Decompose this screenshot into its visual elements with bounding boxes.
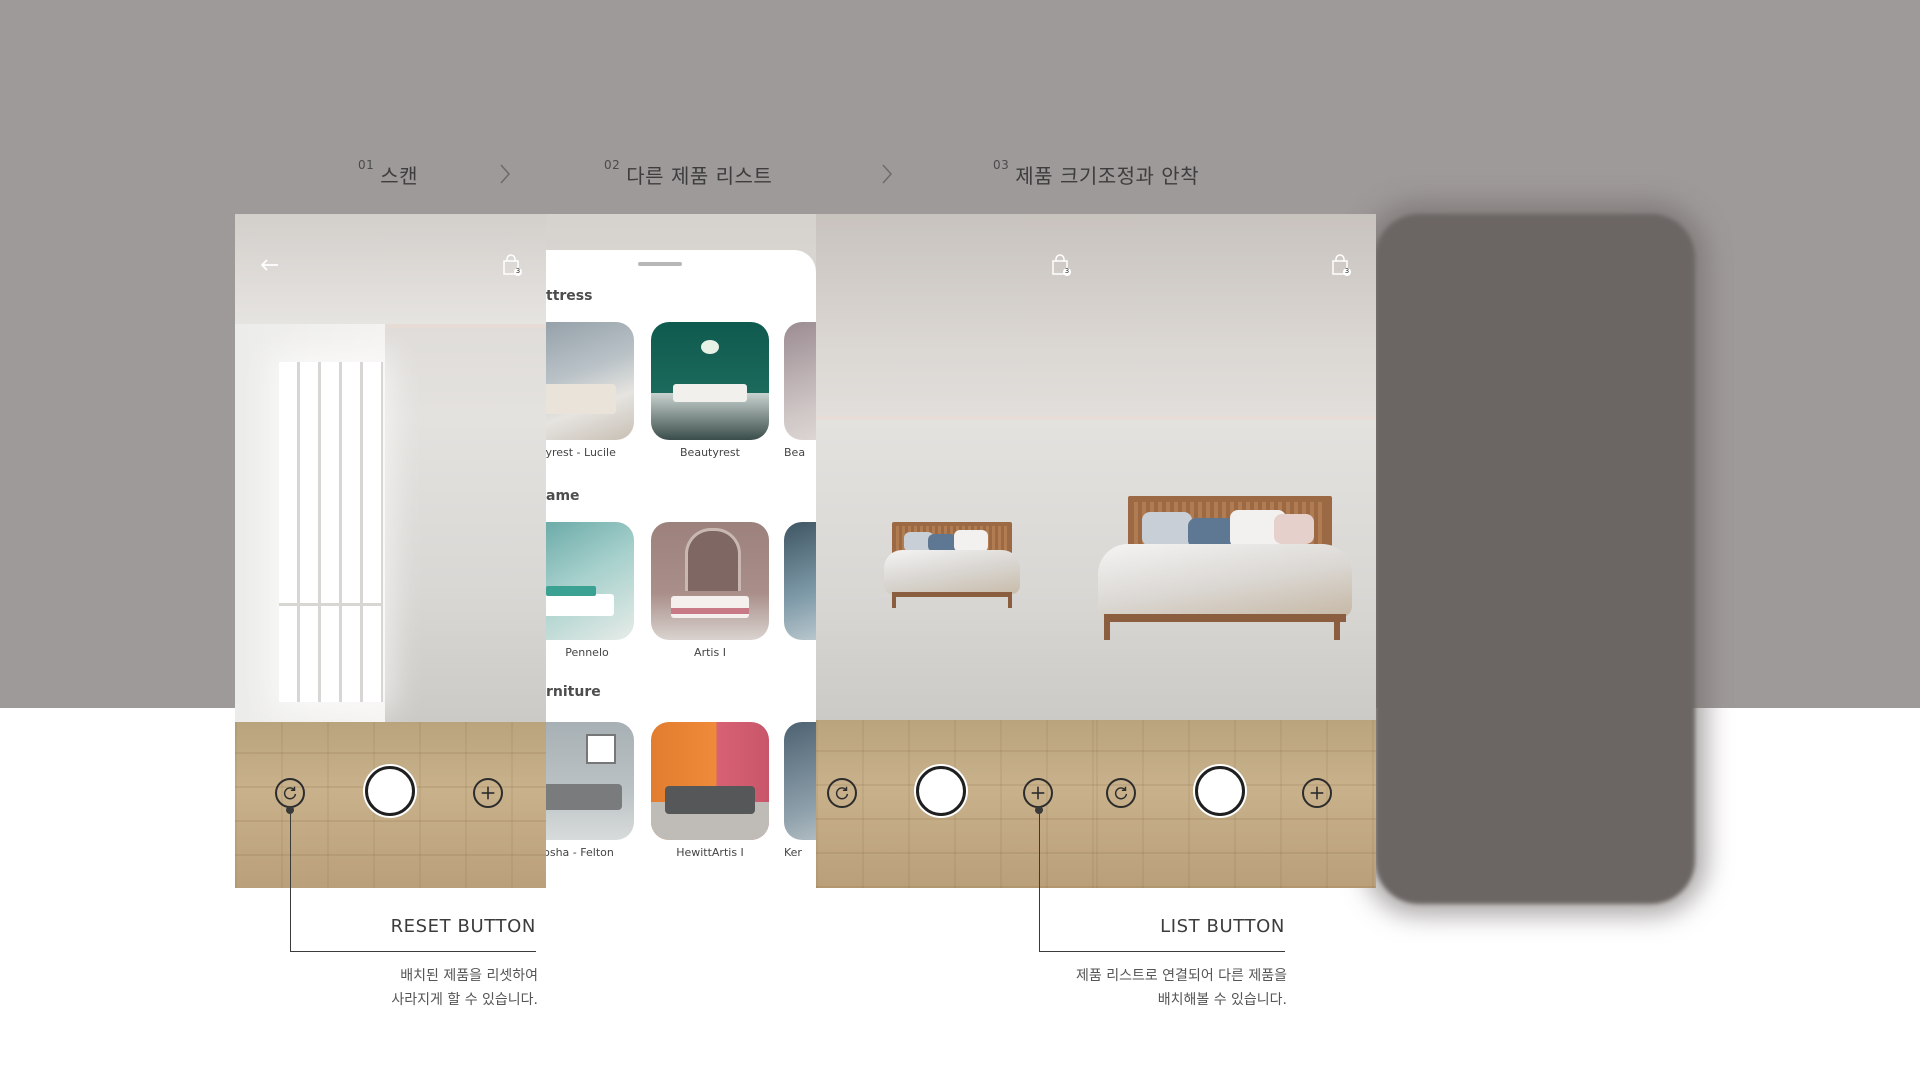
reset-desc-line-2: 사라지게 할 수 있습니다. xyxy=(391,992,538,1008)
step-1-number: 01 xyxy=(358,158,375,173)
product-list-sheet: ttress utyrest - Lucile Beautyrest Bea a… xyxy=(546,250,816,888)
phone-product-list: ttress utyrest - Lucile Beautyrest Bea a… xyxy=(546,214,816,888)
refresh-icon xyxy=(1114,786,1128,800)
room-ceiling xyxy=(1096,214,1376,416)
room-ceiling xyxy=(816,214,1096,416)
reset-pointer-dot xyxy=(286,806,294,814)
placeholder-phone-panel xyxy=(1375,214,1695,904)
refresh-icon xyxy=(283,786,297,800)
phone-bed-placed-large: 3 xyxy=(1096,214,1376,888)
phone-bed-placed-small: 3 xyxy=(816,214,1096,888)
product-label: HewittArtis I xyxy=(676,846,744,859)
phone-scan-screen: 3 xyxy=(235,214,546,888)
bed-model[interactable] xyxy=(1098,496,1352,640)
reset-button[interactable] xyxy=(275,778,305,808)
shutter-button[interactable] xyxy=(1195,766,1245,816)
chevron-right-icon xyxy=(880,160,894,188)
plus-icon xyxy=(1310,786,1324,800)
camera-controls xyxy=(1096,766,1376,822)
product-card[interactable] xyxy=(546,322,634,440)
list-annotation-title: LIST BUTTON xyxy=(1160,916,1285,937)
step-1-label: 스캔 xyxy=(380,164,419,188)
plus-icon xyxy=(481,786,495,800)
shopping-bag-icon[interactable]: 3 xyxy=(501,254,523,276)
shutter-button[interactable] xyxy=(365,766,415,816)
shutter-button[interactable] xyxy=(916,766,966,816)
step-2-number: 02 xyxy=(604,158,621,173)
product-label: nosha - Felton xyxy=(546,846,614,859)
product-label: utyrest - Lucile xyxy=(546,446,616,459)
list-leader-line xyxy=(1039,810,1040,952)
chevron-right-icon xyxy=(498,160,512,188)
category-title: ttress xyxy=(546,288,593,304)
room-ceiling xyxy=(235,214,546,324)
reset-leader-line xyxy=(290,810,291,952)
camera-controls xyxy=(816,766,1096,822)
camera-controls xyxy=(235,766,546,822)
cart-count: 3 xyxy=(1064,267,1070,275)
product-card[interactable] xyxy=(784,322,816,440)
reset-underline xyxy=(290,951,536,952)
product-label: Beautyrest xyxy=(680,446,740,459)
plus-icon xyxy=(1031,786,1045,800)
add-list-button[interactable] xyxy=(473,778,503,808)
reset-desc-line-1: 배치된 제품을 리셋하여 xyxy=(400,968,538,984)
shopping-bag-icon[interactable]: 3 xyxy=(1050,254,1072,276)
add-list-button[interactable] xyxy=(1023,778,1053,808)
shopping-bag-icon[interactable]: 3 xyxy=(1330,254,1352,276)
add-list-button[interactable] xyxy=(1302,778,1332,808)
category-title: ame xyxy=(546,488,580,504)
product-card[interactable] xyxy=(546,522,634,640)
list-desc-line-2: 배치해볼 수 있습니다. xyxy=(1157,992,1287,1008)
reset-button[interactable] xyxy=(827,778,857,808)
back-arrow-icon[interactable] xyxy=(259,254,281,276)
product-card[interactable] xyxy=(784,522,816,640)
step-2-header: 02 다른 제품 리스트 xyxy=(604,158,773,189)
product-label: Ker xyxy=(784,846,802,859)
step-1-header: 01 스캔 xyxy=(358,158,419,189)
category-title: rniture xyxy=(546,684,601,700)
product-label: Artis I xyxy=(694,646,726,659)
reset-button[interactable] xyxy=(1106,778,1136,808)
step-3-header: 03 제품 크기조정과 안착 xyxy=(993,158,1200,189)
list-desc-line-1: 제품 리스트로 연결되어 다른 제품을 xyxy=(1076,968,1287,984)
product-card[interactable] xyxy=(651,722,769,840)
product-card[interactable] xyxy=(651,522,769,640)
list-underline xyxy=(1039,951,1285,952)
sheet-grab-handle[interactable] xyxy=(638,262,682,266)
bed-model[interactable] xyxy=(884,522,1020,608)
product-label: Pennelo xyxy=(565,646,609,659)
list-annotation-desc: 제품 리스트로 연결되어 다른 제품을 배치해볼 수 있습니다. xyxy=(985,964,1287,1012)
reset-annotation-desc: 배치된 제품을 리셋하여 사라지게 할 수 있습니다. xyxy=(300,964,538,1012)
step-3-number: 03 xyxy=(993,158,1010,173)
step-3-label: 제품 크기조정과 안착 xyxy=(1015,164,1200,188)
product-card[interactable] xyxy=(784,722,816,840)
refresh-icon xyxy=(835,786,849,800)
room-molding xyxy=(816,416,1096,420)
list-pointer-dot xyxy=(1035,806,1043,814)
product-card[interactable] xyxy=(546,722,634,840)
product-card[interactable] xyxy=(651,322,769,440)
room-window xyxy=(279,362,383,702)
room-molding xyxy=(1096,416,1376,420)
step-2-label: 다른 제품 리스트 xyxy=(626,164,773,188)
product-label: Bea xyxy=(784,446,806,459)
cart-count: 3 xyxy=(1344,267,1350,275)
cart-count: 3 xyxy=(515,267,521,275)
reset-annotation-title: RESET BUTTON xyxy=(390,916,536,937)
